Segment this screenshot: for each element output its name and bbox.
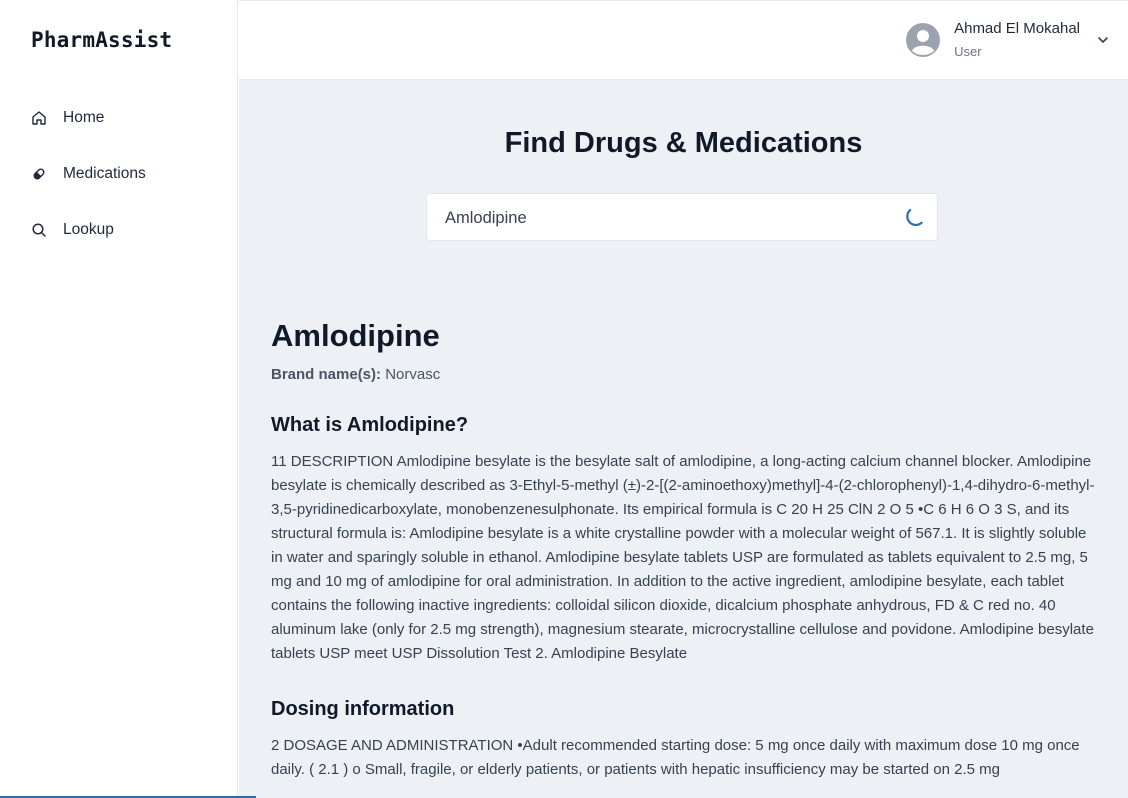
description-title: What is Amlodipine? [271, 414, 469, 436]
user-info: Ahmad El Mokahal User [954, 19, 1080, 61]
chevron-down-icon [1098, 37, 1108, 43]
sidebar-nav: Home Medications Lookup [0, 90, 238, 258]
sidebar-item-home[interactable]: Home [0, 90, 238, 146]
sidebar-item-label: Home [63, 109, 105, 126]
search-box [426, 193, 938, 242]
pill-icon [31, 166, 47, 182]
user-name: Ahmad El Mokahal [954, 20, 1080, 37]
description-section: What is Amlodipine? 11 DESCRIPTION Amlod… [271, 412, 1096, 666]
user-circle-icon [906, 23, 941, 57]
sidebar: PharmAssist Home Medications Lookup [0, 0, 238, 798]
dosing-title: Dosing information [271, 698, 455, 720]
sidebar-item-medications[interactable]: Medications [0, 146, 238, 202]
page-title: Find Drugs & Medications [504, 127, 863, 160]
top-header: Ahmad El Mokahal User [239, 0, 1128, 80]
drug-details: Amlodipine Brand name(s): Norvasc What i… [271, 316, 1096, 782]
user-menu[interactable]: Ahmad El Mokahal User [906, 19, 1110, 61]
sidebar-item-lookup[interactable]: Lookup [0, 202, 238, 258]
drug-name: Amlodipine [271, 318, 440, 353]
user-role: User [954, 44, 982, 59]
dosing-section: Dosing information 2 DOSAGE AND ADMINIST… [271, 696, 1096, 782]
loading-spinner-icon [906, 208, 923, 227]
brand-names: Brand name(s): Norvasc [271, 366, 1096, 383]
app-logo[interactable]: PharmAssist [31, 28, 172, 52]
search-input[interactable] [443, 194, 887, 242]
dosing-text: 2 DOSAGE AND ADMINISTRATION •Adult recom… [271, 737, 1080, 778]
brand-label: Brand name(s): [271, 366, 382, 383]
main-content: Find Drugs & Medications Amlodipine Bran… [239, 80, 1128, 798]
search-icon [31, 222, 47, 238]
description-text: 11 DESCRIPTION Amlodipine besylate is th… [271, 453, 1095, 662]
home-icon [31, 110, 47, 126]
sidebar-item-label: Medications [63, 165, 146, 182]
brand-value: Norvasc [385, 366, 441, 383]
sidebar-item-label: Lookup [63, 221, 114, 238]
